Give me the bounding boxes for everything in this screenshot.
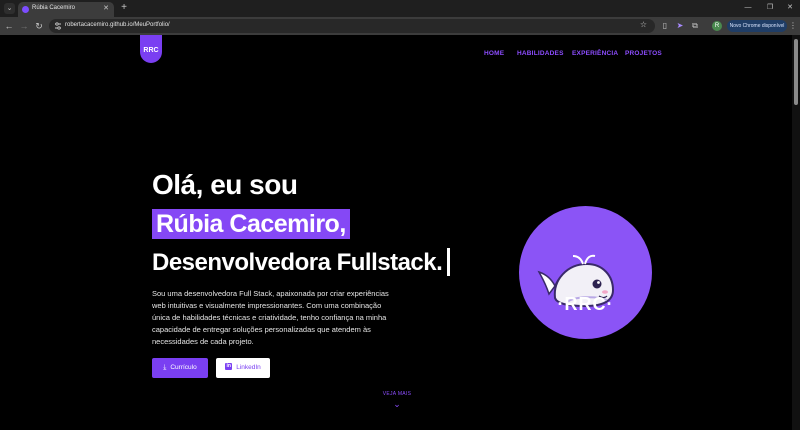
- avatar-initials: ·RRC·: [557, 294, 614, 314]
- browser-tab[interactable]: Rúbia Cacemiro ✕: [18, 2, 114, 17]
- page-scrollbar[interactable]: [792, 35, 800, 430]
- extension-arrow-icon[interactable]: ➤: [675, 21, 685, 31]
- hero-greeting: Olá, eu sou: [152, 169, 298, 200]
- url-text: robertacacemiro.github.io/MeuPortfolio/: [65, 22, 170, 28]
- avatar-logo: ·RRC·: [519, 206, 652, 339]
- download-icon: ⤓: [163, 364, 167, 371]
- restore-icon[interactable]: ❐: [763, 3, 777, 13]
- bookmark-star-icon[interactable]: ☆: [640, 20, 647, 29]
- tab-search-icon[interactable]: ⌄: [4, 3, 15, 14]
- scrollbar-thumb[interactable]: [794, 39, 798, 105]
- window-close-icon[interactable]: ✕: [783, 3, 797, 13]
- favicon-icon: [22, 6, 29, 13]
- tab-title: Rúbia Cacemiro: [32, 5, 76, 11]
- hero-description: Sou uma desenvolvedora Full Stack, apaix…: [152, 289, 389, 346]
- chevron-down-icon[interactable]: ⌄: [392, 399, 402, 410]
- linkedin-label: LinkedIn: [236, 364, 261, 371]
- profile-avatar[interactable]: R: [712, 21, 722, 31]
- linkedin-button[interactable]: in LinkedIn: [216, 358, 270, 378]
- hero-role: Desenvolvedora Fullstack.: [152, 247, 451, 278]
- reload-icon[interactable]: ↻: [33, 20, 45, 32]
- whale-icon: [537, 254, 615, 308]
- extension-icon[interactable]: ▯: [660, 21, 670, 31]
- address-bar[interactable]: robertacacemiro.github.io/MeuPortfolio/ …: [49, 19, 655, 33]
- linkedin-icon: in: [225, 362, 233, 370]
- nav-experiencia[interactable]: EXPERIÊNCIA: [572, 50, 618, 57]
- close-tab-icon[interactable]: ✕: [103, 4, 109, 12]
- typing-cursor: [447, 247, 451, 276]
- browser-toolbar: ← → ↻ robertacacemiro.github.io/MeuPortf…: [0, 17, 800, 35]
- hero-name: Rúbia Cacemiro,: [152, 209, 350, 239]
- nav-home[interactable]: HOME: [484, 50, 504, 57]
- browser-tabstrip: ⌄ Rúbia Cacemiro ✕ + — ❐ ✕: [0, 0, 800, 17]
- nav-habilidades[interactable]: HABILIDADES: [517, 50, 564, 57]
- forward-icon[interactable]: →: [18, 20, 30, 32]
- resume-button[interactable]: ⤓ Currículo: [152, 358, 208, 378]
- page-viewport: RRC HOME HABILIDADES EXPERIÊNCIA PROJETO…: [0, 35, 800, 430]
- resume-label: Currículo: [170, 364, 197, 371]
- new-tab-icon[interactable]: +: [118, 2, 130, 14]
- site-logo[interactable]: RRC: [140, 35, 162, 63]
- see-more-link[interactable]: VEJA MAIS: [380, 391, 414, 397]
- minimize-icon[interactable]: —: [741, 3, 755, 13]
- site-info-icon[interactable]: [54, 22, 62, 30]
- back-icon[interactable]: ←: [3, 20, 15, 32]
- nav-projetos[interactable]: PROJETOS: [625, 50, 662, 57]
- extensions-puzzle-icon[interactable]: ⧉: [690, 21, 700, 31]
- chrome-menu-icon[interactable]: ⋮: [789, 20, 797, 32]
- chrome-update-button[interactable]: Novo Chrome disponível: [727, 20, 787, 32]
- hero-role-text: Desenvolvedora Fullstack.: [152, 249, 443, 276]
